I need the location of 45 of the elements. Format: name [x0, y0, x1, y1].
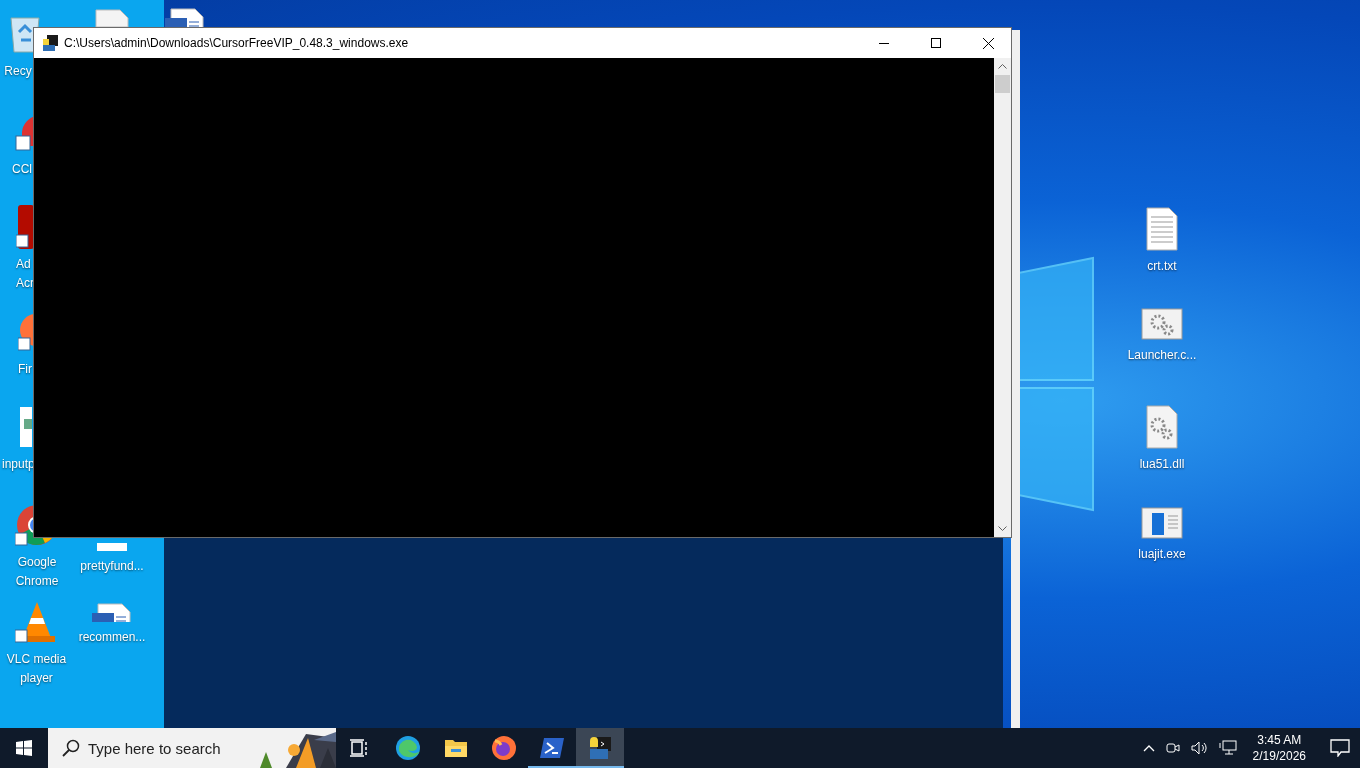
search-icon	[62, 739, 80, 757]
icon-label: VLC media	[6, 652, 67, 667]
icon-label: player	[20, 671, 53, 686]
python-app-icon	[587, 735, 613, 761]
icon-label: Acr	[16, 276, 34, 291]
icon-label: Ad	[16, 257, 31, 272]
minimize-icon	[879, 42, 889, 44]
scroll-thumb[interactable]	[995, 75, 1010, 93]
icon-label: luajit.exe	[1138, 547, 1186, 562]
window-title: C:\Users\admin\Downloads\CursorFreeVIP_0.48.3_windows.exe	[64, 36, 410, 50]
word-document-icon	[92, 603, 132, 622]
search-field[interactable]: Type here to search	[48, 728, 256, 768]
volume-icon[interactable]	[1190, 740, 1209, 756]
maximize-icon	[931, 38, 941, 48]
icon-label: recommen...	[78, 630, 146, 645]
scroll-down-icon	[998, 526, 1007, 531]
application-window-icon	[1141, 507, 1183, 539]
chevron-up-icon[interactable]	[1142, 744, 1155, 752]
folder-icon	[444, 737, 468, 759]
close-icon	[982, 37, 994, 49]
scroll-up-icon	[998, 64, 1007, 69]
camera-icon[interactable]	[1164, 740, 1181, 756]
edge-icon	[395, 735, 421, 761]
icon-label: CCl	[12, 162, 32, 177]
text-file-icon	[1145, 207, 1179, 251]
powershell-icon	[539, 737, 565, 759]
network-icon[interactable]	[1218, 740, 1237, 756]
icon-label: Chrome	[15, 574, 59, 589]
gears-file-icon	[1145, 405, 1179, 449]
document-icon	[97, 543, 127, 551]
icon-label: lua51.dll	[1139, 457, 1185, 472]
app-icon	[42, 35, 58, 51]
icon-label: crt.txt	[1147, 259, 1177, 274]
icon-label: Google	[17, 555, 57, 570]
gears-window-icon	[1141, 308, 1183, 340]
icon-label: Recy	[4, 64, 32, 79]
icon-label: Fir	[18, 362, 32, 377]
icon-label: prettyfund...	[80, 559, 144, 574]
taskbar-app-button[interactable]	[576, 728, 624, 768]
task-view-icon	[350, 739, 370, 757]
icon-label: Launcher.c...	[1127, 348, 1197, 363]
windows-icon	[16, 740, 32, 756]
clock[interactable]: 3:45 AM 2/19/2026	[1246, 732, 1312, 764]
scrollbar[interactable]	[994, 58, 1011, 537]
notifications-icon[interactable]	[1330, 739, 1350, 757]
